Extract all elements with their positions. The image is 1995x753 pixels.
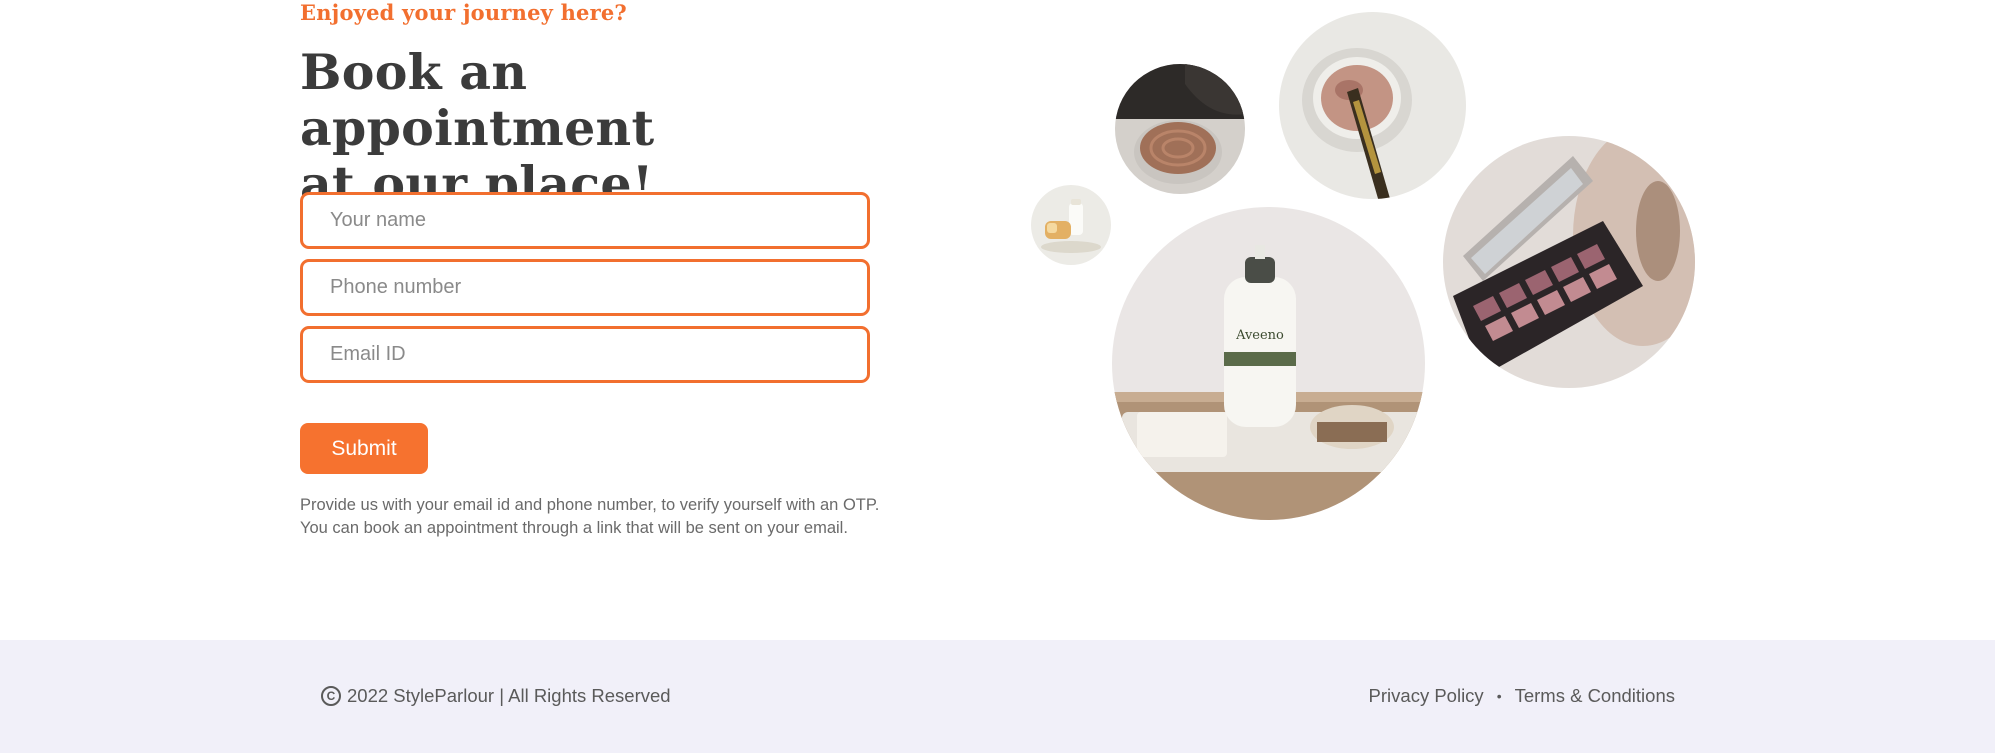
- page-title: Book an appointment at our place!: [300, 44, 860, 212]
- eyeshadow-palette-image: [1443, 136, 1695, 388]
- phone-input[interactable]: [300, 259, 870, 316]
- note-line-2: You can book an appointment through a li…: [300, 519, 848, 537]
- note-line-1: Provide us with your email id and phone …: [300, 496, 880, 514]
- lotion-brand-text: Aveeno: [1235, 328, 1284, 343]
- powder-brush-image: [1279, 12, 1466, 199]
- footer-links: Privacy Policy • Terms & Conditions: [1369, 685, 1675, 707]
- name-input[interactable]: [300, 192, 870, 249]
- submit-button[interactable]: Submit: [300, 423, 428, 474]
- cream-pot-image: [1115, 64, 1245, 194]
- privacy-policy-link[interactable]: Privacy Policy: [1369, 685, 1484, 707]
- footer: [0, 640, 1995, 753]
- headline-line-1: Book an appointment: [300, 43, 655, 157]
- copyright-icon: C: [321, 686, 341, 706]
- copyright-text: C 2022 StyleParlour | All Rights Reserve…: [321, 685, 671, 707]
- email-input[interactable]: [300, 326, 870, 383]
- eyebrow-text: Enjoyed your journey here?: [300, 0, 627, 25]
- copyright-label: 2022 StyleParlour | All Rights Reserved: [347, 685, 671, 706]
- small-bottles-image: [1031, 185, 1111, 265]
- terms-conditions-link[interactable]: Terms & Conditions: [1515, 685, 1675, 707]
- lotion-bottle-image: Aveeno: [1112, 207, 1425, 520]
- bullet-separator: •: [1496, 688, 1502, 704]
- otp-note: Provide us with your email id and phone …: [300, 494, 940, 540]
